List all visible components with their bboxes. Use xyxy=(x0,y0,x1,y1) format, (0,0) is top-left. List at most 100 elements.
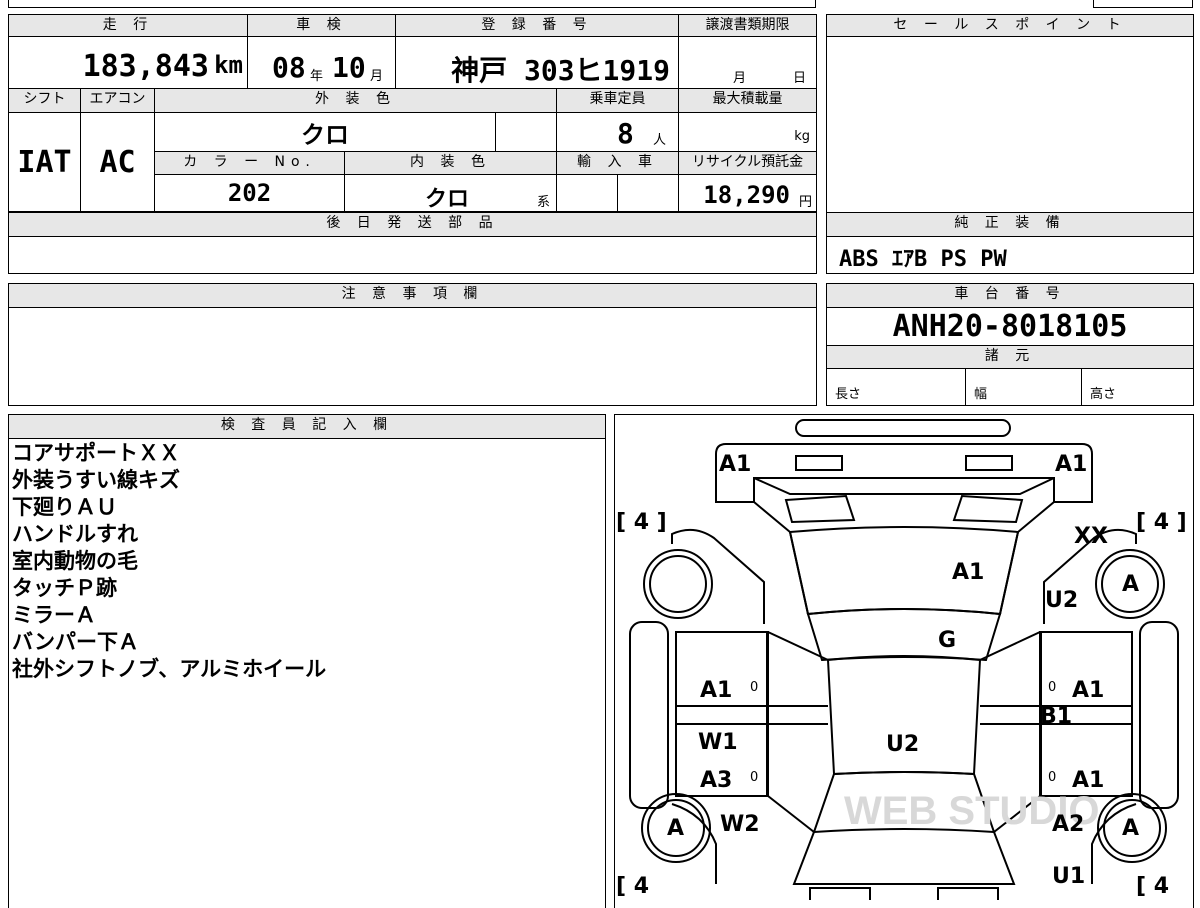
damage-rear-door-left-upper: W1 xyxy=(698,730,738,755)
import-cell-a xyxy=(556,174,618,212)
shift-value: IAT xyxy=(8,112,81,212)
tire-rear-left: [ 4 xyxy=(616,874,650,899)
interior-header: 内 装 色 xyxy=(344,151,557,175)
import-header: 輸 入 車 xyxy=(556,151,679,175)
specs-header: 諸 元 xyxy=(826,345,1194,369)
mileage-unit: km xyxy=(214,51,243,79)
zero-mark: 0 xyxy=(1048,770,1057,785)
damage-quarter-right: A2 xyxy=(1052,812,1085,837)
damage-rear-door-right: A1 xyxy=(1072,768,1105,793)
inspector-lines: コアサポートＸＸ 外装うすい線キズ 下廻りＡＵ ハンドルすれ 室内動物の毛 タッ… xyxy=(12,440,602,683)
registration-cell: 神戸 303ヒ1919 xyxy=(395,36,679,89)
mileage-header: 走 行 xyxy=(8,14,248,37)
exterior-blank-cell xyxy=(495,112,557,152)
maxload-unit: kg xyxy=(794,129,810,144)
damage-front-right: A1 xyxy=(1055,452,1088,477)
tire-front-left: [ 4 ] xyxy=(616,510,667,535)
width-label: 幅 xyxy=(974,387,988,402)
interior-suffix: 系 xyxy=(536,195,550,210)
tire-rear-right: [ 4 xyxy=(1136,874,1170,899)
equipment-header: 純 正 装 備 xyxy=(826,212,1194,237)
shaken-header: 車 検 xyxy=(247,14,396,37)
damage-rear-right: U1 xyxy=(1052,864,1086,889)
maxload-header: 最大積載量 xyxy=(678,88,817,113)
length-cell: 長さ xyxy=(826,368,966,406)
length-label: 長さ xyxy=(835,387,862,402)
inspector-header: 検 査 員 記 入 欄 xyxy=(8,414,606,439)
tire-front-right: [ 4 ] xyxy=(1136,510,1187,535)
capacity-cell: 8 人 xyxy=(556,112,679,152)
shift-header: シフト xyxy=(8,88,81,113)
color-no-header: カ ラ ー No. xyxy=(154,151,345,175)
parts-header: 後 日 発 送 部 品 xyxy=(8,212,817,237)
top-cutoff-strip-right xyxy=(1093,0,1193,8)
shaken-year-unit: 年 xyxy=(310,69,324,84)
damage-front-door-left: A1 xyxy=(700,678,733,703)
sales-point-box xyxy=(826,36,1194,213)
recycle-unit: 円 xyxy=(798,195,812,210)
mileage-cell: 183,843 km xyxy=(8,36,248,89)
inspector-line: 外装うすい線キズ xyxy=(12,468,180,492)
top-cutoff-strip xyxy=(8,0,816,8)
inspector-line: 下廻りＡＵ xyxy=(12,495,117,519)
inspector-line: 室内動物の毛 xyxy=(12,549,138,573)
recycle-header: リサイクル預託金 xyxy=(678,151,817,175)
damage-front-door-right: A1 xyxy=(1072,678,1105,703)
chassis-header: 車 台 番 号 xyxy=(826,283,1194,308)
recycle-value: 18,290 xyxy=(703,181,790,209)
inspector-line: バンパー下Ａ xyxy=(12,630,140,654)
zero-mark: 0 xyxy=(1048,680,1057,695)
inspector-line: タッチＰ跡 xyxy=(12,576,117,600)
interior-cell: クロ 系 xyxy=(344,174,557,212)
deadline-cell: 月 日 xyxy=(678,36,817,89)
deadline-month: 月 xyxy=(733,71,747,86)
interior-value: クロ xyxy=(425,187,470,212)
equipment-value: ABS ｴｱB PS PW xyxy=(839,247,1007,272)
exterior-value: クロ xyxy=(154,112,496,152)
damage-windshield: G xyxy=(938,628,957,653)
damage-rear-door-left: A3 xyxy=(700,768,733,793)
damage-rocker-right: B1 xyxy=(1040,704,1073,729)
damage-roof: U2 xyxy=(886,732,920,757)
zero-mark: 0 xyxy=(750,770,759,785)
damage-front-left: A1 xyxy=(719,452,752,477)
ac-value: AC xyxy=(80,112,155,212)
wheel-rear-left: A xyxy=(667,816,685,841)
mileage-value: 183,843 xyxy=(82,49,209,84)
wheel-rear-right: A xyxy=(1122,816,1140,841)
registration-header: 登 録 番 号 xyxy=(395,14,679,37)
import-cell-b xyxy=(617,174,679,212)
capacity-value: 8 xyxy=(617,117,634,150)
inspector-line: ミラーＡ xyxy=(12,603,96,627)
deadline-day: 日 xyxy=(793,71,807,86)
damage-fender-right: U2 xyxy=(1045,588,1079,613)
recycle-cell: 18,290 円 xyxy=(678,174,817,212)
chassis-value: ANH20-8018105 xyxy=(826,307,1194,346)
capacity-unit: 人 xyxy=(653,133,667,148)
damage-hood: A1 xyxy=(952,560,985,585)
damage-hood-right: XX xyxy=(1074,524,1108,549)
notes-header: 注 意 事 項 欄 xyxy=(8,283,817,308)
inspector-line: 社外シフトノブ、アルミホイール xyxy=(12,657,327,681)
ac-header: エアコン xyxy=(80,88,155,113)
height-cell: 高さ xyxy=(1081,368,1194,406)
registration-value: 神戸 303ヒ1919 xyxy=(451,54,670,87)
shaken-month-unit: 月 xyxy=(370,69,384,84)
zero-mark: 0 xyxy=(750,680,759,695)
shaken-year: 08 xyxy=(272,51,306,84)
shaken-month: 10 xyxy=(332,51,366,84)
inspector-line: コアサポートＸＸ xyxy=(12,441,180,465)
wheel-front-right: A xyxy=(1122,572,1140,597)
maxload-cell: kg xyxy=(678,112,817,152)
damage-quarter-left: W2 xyxy=(720,812,760,837)
notes-box xyxy=(8,307,817,406)
car-diagram: WEB STUDIO xyxy=(629,419,1179,900)
parts-box xyxy=(8,236,817,274)
equipment-box: ABS ｴｱB PS PW xyxy=(826,236,1194,274)
capacity-header: 乗車定員 xyxy=(556,88,679,113)
width-cell: 幅 xyxy=(965,368,1082,406)
color-no-value: 202 xyxy=(154,174,345,212)
exterior-header: 外 装 色 xyxy=(154,88,557,113)
height-label: 高さ xyxy=(1090,387,1117,402)
deadline-header: 譲渡書類期限 xyxy=(678,14,817,37)
